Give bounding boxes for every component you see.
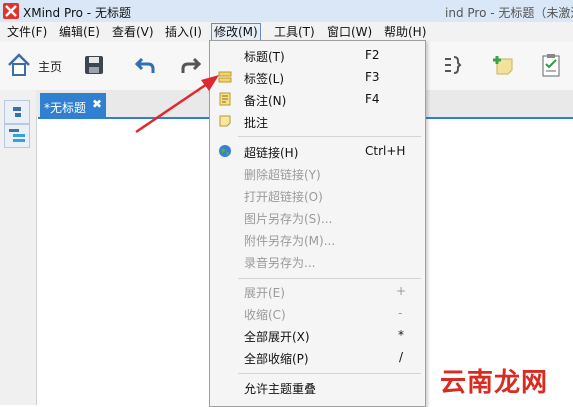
annotation-arrow-head bbox=[201, 75, 219, 91]
annotation-arrow-line bbox=[135, 82, 208, 134]
annotation-arrow bbox=[135, 75, 219, 134]
watermark: 云南龙网 bbox=[440, 368, 549, 398]
